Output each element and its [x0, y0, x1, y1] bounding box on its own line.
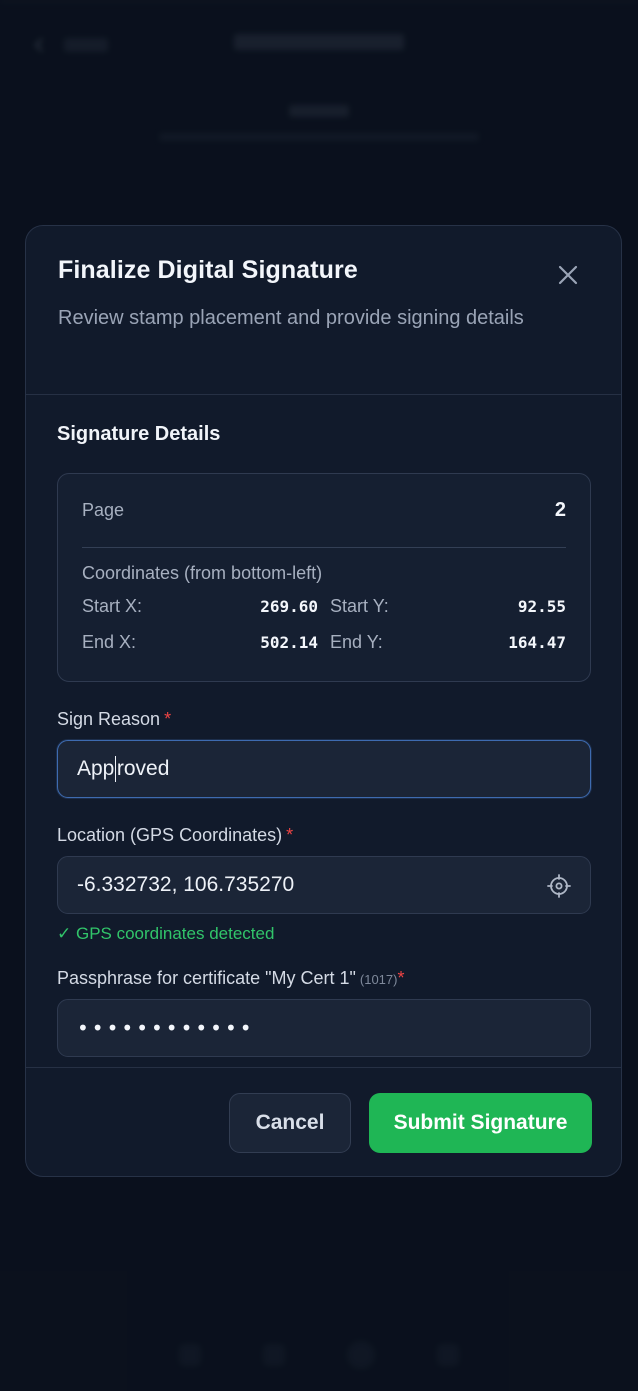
page-value: 2 — [554, 499, 566, 521]
sign-reason-label: Sign Reason * — [57, 709, 590, 730]
passphrase-note: (1017) — [359, 972, 398, 987]
gps-status: ✓ GPS coordinates detected — [57, 924, 275, 943]
passphrase-masked-value: •••••••••••• — [77, 1016, 255, 1040]
start-x: Start X: 269.60 — [82, 596, 318, 616]
sign-reason-input[interactable]: App roved — [57, 740, 591, 798]
submit-signature-button[interactable]: Submit Signature — [369, 1093, 592, 1153]
coordinates-grid: Start X: 269.60 Start Y: 92.55 End X: 50… — [82, 596, 566, 652]
crosshair-icon[interactable] — [546, 873, 572, 899]
required-marker: * — [286, 825, 294, 845]
close-icon — [558, 265, 578, 285]
close-button[interactable] — [555, 262, 581, 288]
start-y-label: Start Y: — [330, 595, 389, 616]
required-marker: * — [164, 709, 172, 729]
modal-header: Finalize Digital Signature Review stamp … — [26, 226, 621, 395]
page-label: Page — [82, 500, 125, 520]
end-x: End X: 502.14 — [82, 632, 318, 652]
coordinates-heading: Coordinates (from bottom-left) — [82, 563, 323, 583]
required-marker: * — [397, 968, 405, 988]
sign-reason-text-before: App — [77, 757, 115, 780]
location-label-text: Location (GPS Coordinates) — [57, 825, 283, 845]
modal-footer: Cancel Submit Signature — [26, 1067, 621, 1177]
start-x-value: 269.60 — [260, 596, 318, 616]
start-x-label: Start X: — [82, 595, 143, 616]
end-y-label: End Y: — [330, 631, 383, 652]
page-row: Page 2 — [82, 474, 566, 548]
location-label: Location (GPS Coordinates) * — [57, 825, 590, 846]
section-title: Signature Details — [57, 423, 221, 445]
end-x-label: End X: — [82, 631, 137, 652]
modal-body: Signature Details Page 2 Coordinates (fr… — [26, 395, 621, 1057]
location-value: -6.332732, 106.735270 — [77, 873, 295, 896]
modal-title: Finalize Digital Signature — [58, 256, 358, 284]
location-input[interactable]: -6.332732, 106.735270 — [57, 856, 591, 914]
start-y-value: 92.55 — [517, 596, 566, 616]
end-y-value: 164.47 — [508, 632, 566, 652]
end-x-value: 502.14 — [260, 632, 318, 652]
start-y: Start Y: 92.55 — [318, 596, 566, 616]
sign-reason-label-text: Sign Reason — [57, 709, 161, 729]
signature-modal: Finalize Digital Signature Review stamp … — [25, 225, 622, 1177]
modal-subtitle: Review stamp placement and provide signi… — [58, 307, 524, 329]
passphrase-input[interactable]: •••••••••••• — [57, 999, 591, 1057]
passphrase-label-text: Passphrase for certificate "My Cert 1" — [57, 968, 356, 988]
passphrase-label: Passphrase for certificate "My Cert 1" (1… — [57, 968, 590, 989]
cancel-button[interactable]: Cancel — [229, 1093, 351, 1153]
end-y: End Y: 164.47 — [318, 632, 566, 652]
signature-details-card: Page 2 Coordinates (from bottom-left) St… — [57, 473, 591, 682]
sign-reason-text-after: roved — [116, 757, 170, 780]
